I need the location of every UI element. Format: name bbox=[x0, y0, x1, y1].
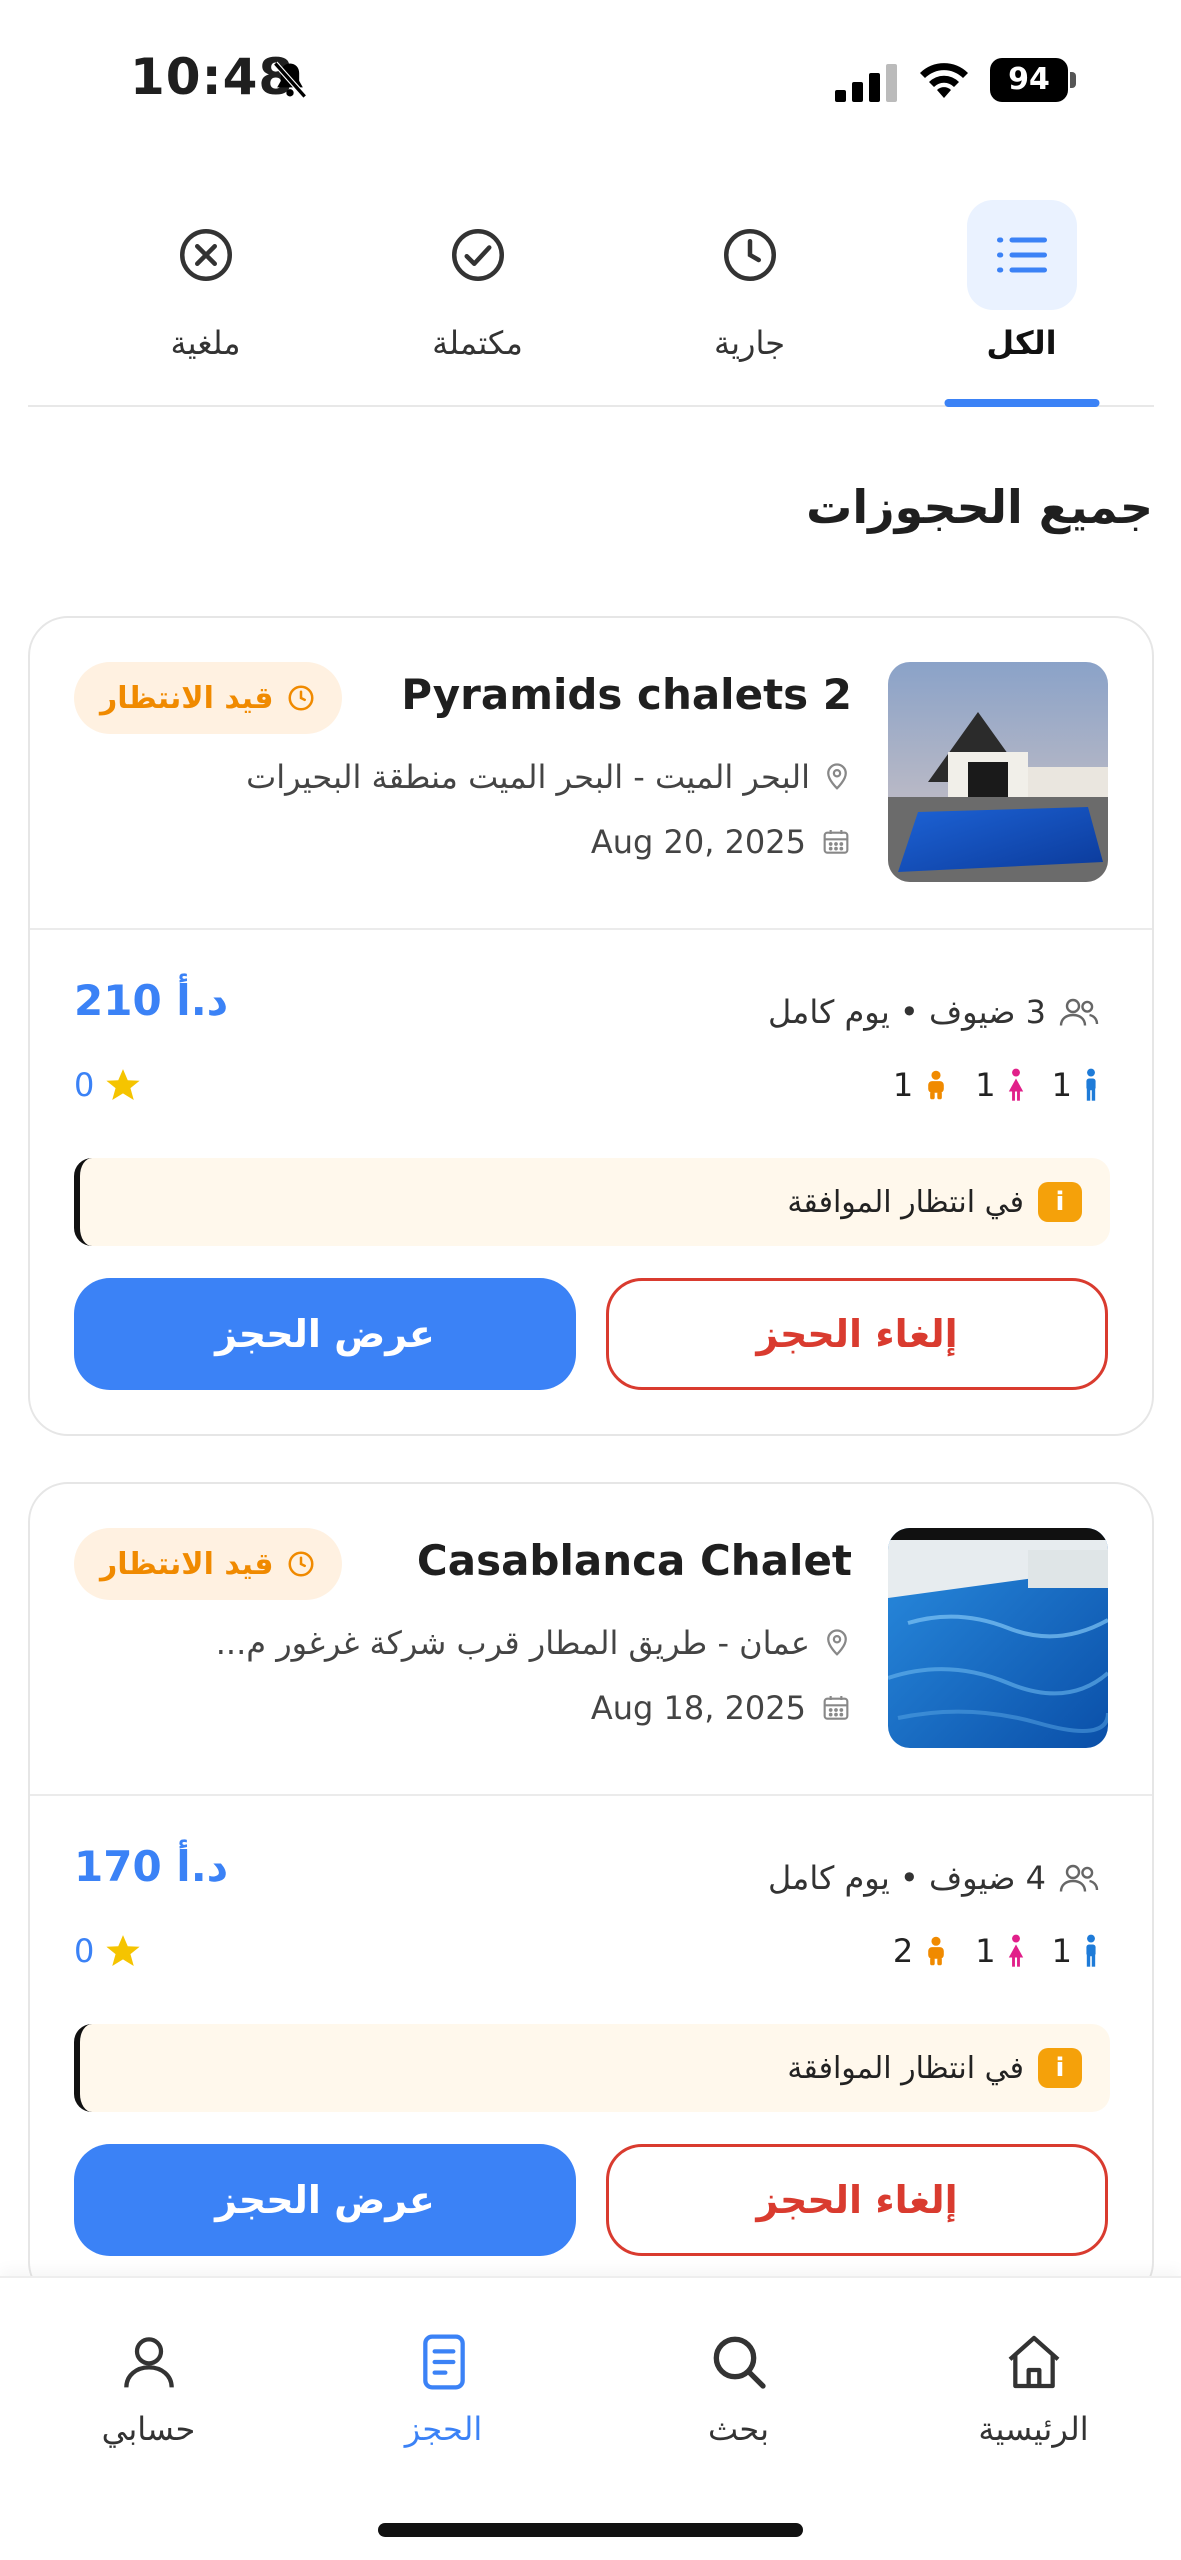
guests-info: 3 ضيوف • يوم كامل bbox=[768, 993, 1100, 1031]
clock-icon bbox=[723, 229, 776, 281]
users-icon bbox=[1059, 1864, 1099, 1892]
location-pin-icon bbox=[827, 1629, 847, 1656]
search-icon bbox=[713, 2336, 766, 2389]
location: البحر الميت - البحر الميت منطقة البحيرات bbox=[246, 758, 852, 796]
notice-text: في انتظار الموافقة bbox=[787, 2050, 1024, 2086]
clock-icon bbox=[288, 1551, 314, 1577]
cancel-booking-button[interactable]: إلغاء الحجز bbox=[606, 2144, 1108, 2256]
booking-tabs: الكل جارية مكتملة ملغية bbox=[28, 195, 1154, 407]
women-count: 1 bbox=[975, 1066, 1025, 1104]
woman-icon bbox=[1008, 1068, 1023, 1101]
men-count: 1 bbox=[1052, 1932, 1100, 1970]
list-icon bbox=[996, 237, 1047, 273]
child-icon bbox=[928, 1936, 945, 1966]
rating-value: 0 bbox=[74, 1932, 95, 1970]
home-icon bbox=[1008, 2335, 1059, 2389]
price: 210 د.أ bbox=[74, 976, 229, 1025]
tab-cancelled[interactable]: ملغية bbox=[73, 195, 338, 405]
rating-value: 0 bbox=[74, 1066, 95, 1104]
tab-completed[interactable]: مكتملة bbox=[345, 195, 610, 405]
view-booking-button[interactable]: عرض الحجز bbox=[74, 2144, 576, 2256]
man-icon bbox=[1086, 1068, 1096, 1101]
date-text: Aug 20, 2025 bbox=[590, 823, 806, 861]
tab-label: مكتملة bbox=[432, 324, 523, 362]
booking-date: Aug 18, 2025 bbox=[591, 1689, 852, 1727]
wifi-icon bbox=[920, 63, 968, 98]
children-count: 2 bbox=[893, 1932, 949, 1970]
bell-off-icon bbox=[273, 61, 307, 99]
location-pin-icon bbox=[827, 763, 847, 790]
view-booking-button[interactable]: عرض الحجز bbox=[74, 1278, 576, 1390]
location: عمان - طريق المطار قرب شركة غرغور م... bbox=[216, 1624, 852, 1662]
battery-indicator: 94 bbox=[990, 58, 1076, 102]
nav-booking[interactable]: الحجز bbox=[296, 2278, 591, 2560]
calendar-icon bbox=[823, 830, 849, 854]
home-indicator bbox=[378, 2523, 803, 2537]
active-tab-indicator bbox=[944, 399, 1099, 407]
guest-counts: 1 1 1 bbox=[893, 1066, 1100, 1104]
signal-icon bbox=[835, 64, 897, 102]
info-icon: i bbox=[1038, 1182, 1082, 1222]
star-icon bbox=[106, 1069, 140, 1101]
nav-account[interactable]: حسابي bbox=[1, 2278, 296, 2560]
women-count: 1 bbox=[975, 1932, 1025, 1970]
nav-search[interactable]: بحث bbox=[591, 2278, 886, 2560]
guest-counts: 2 1 1 bbox=[893, 1932, 1100, 1970]
status-bar: 10:48 94 bbox=[0, 0, 1181, 160]
nav-label: حسابي bbox=[101, 2410, 196, 2448]
men-count: 1 bbox=[1052, 1066, 1100, 1104]
guests-text: 4 ضيوف • يوم كامل bbox=[767, 1859, 1046, 1897]
booking-date: Aug 20, 2025 bbox=[591, 823, 852, 861]
tab-label: ملغية bbox=[170, 324, 241, 362]
chalet-name[interactable]: Casablanca Chalet bbox=[417, 1536, 852, 1585]
booking-icon bbox=[422, 2334, 465, 2390]
x-circle-icon bbox=[179, 229, 232, 281]
star-icon bbox=[106, 1935, 140, 1967]
guests-info: 4 ضيوف • يوم كامل bbox=[768, 1859, 1100, 1897]
rating: 0 bbox=[74, 1066, 142, 1104]
calendar-icon bbox=[823, 1696, 849, 1720]
pending-approval-notice: i في انتظار الموافقة bbox=[74, 2024, 1110, 2112]
rating: 0 bbox=[74, 1932, 142, 1970]
user-icon bbox=[123, 2337, 174, 2388]
location-text: عمان - طريق المطار قرب شركة غرغور م... bbox=[215, 1624, 810, 1662]
chalet-image bbox=[888, 662, 1108, 882]
status-text: قيد الانتظار bbox=[100, 1546, 274, 1582]
woman-icon bbox=[1008, 1934, 1023, 1967]
location-text: البحر الميت - البحر الميت منطقة البحيرات bbox=[246, 758, 810, 796]
nav-label: الحجز bbox=[404, 2410, 483, 2448]
guests-text: 3 ضيوف • يوم كامل bbox=[767, 993, 1046, 1031]
price: 170 د.أ bbox=[74, 1842, 229, 1891]
children-count: 1 bbox=[893, 1066, 949, 1104]
chalet-image bbox=[888, 1528, 1108, 1748]
child-icon bbox=[928, 1070, 945, 1100]
date-text: Aug 18, 2025 bbox=[590, 1689, 806, 1727]
tab-label: جارية bbox=[713, 324, 786, 362]
nav-home[interactable]: الرئيسية bbox=[886, 2278, 1181, 2560]
check-circle-icon bbox=[451, 229, 504, 281]
status-badge: قيد الانتظار bbox=[74, 662, 342, 734]
man-icon bbox=[1086, 1934, 1096, 1967]
tab-label: الكل bbox=[986, 324, 1057, 362]
users-icon bbox=[1059, 998, 1099, 1026]
bottom-navigation: الرئيسية بحث الحجز حسابي bbox=[0, 2276, 1181, 2560]
status-text: قيد الانتظار bbox=[100, 680, 274, 716]
tab-all[interactable]: الكل bbox=[889, 195, 1154, 407]
nav-label: الرئيسية bbox=[978, 2410, 1089, 2448]
booking-card[interactable]: Pyramids chalets 2 البحر الميت - البحر ا… bbox=[28, 616, 1154, 1436]
tab-ongoing[interactable]: جارية bbox=[617, 195, 882, 405]
booking-card[interactable]: Casablanca Chalet عمان - طريق المطار قرب… bbox=[28, 1482, 1154, 2302]
info-icon: i bbox=[1038, 2048, 1082, 2088]
status-badge: قيد الانتظار bbox=[74, 1528, 342, 1600]
cancel-booking-button[interactable]: إلغاء الحجز bbox=[606, 1278, 1108, 1390]
clock-icon bbox=[288, 685, 314, 711]
nav-label: بحث bbox=[708, 2410, 769, 2448]
notice-text: في انتظار الموافقة bbox=[787, 1184, 1024, 1220]
section-title: جميع الحجوزات bbox=[806, 480, 1153, 534]
pending-approval-notice: i في انتظار الموافقة bbox=[74, 1158, 1110, 1246]
chalet-name[interactable]: Pyramids chalets 2 bbox=[401, 670, 852, 719]
